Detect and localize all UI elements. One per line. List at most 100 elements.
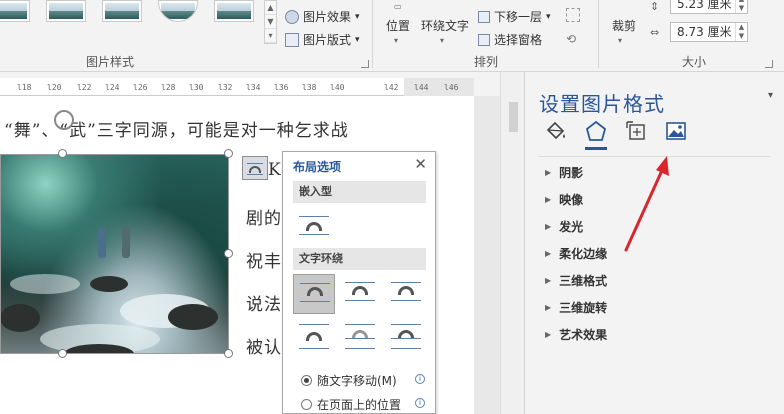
picture-style-thumb[interactable] — [102, 0, 142, 22]
document-line[interactable]: 剧的 — [246, 204, 282, 229]
fill-line-tab[interactable] — [543, 118, 569, 144]
picture-effects-label: 图片效果 — [303, 10, 352, 24]
shadow-section[interactable]: ▶ 阴影 — [545, 164, 583, 181]
spinner-arrows-icon[interactable]: ▲▼ — [735, 0, 747, 13]
pentagon-icon — [585, 120, 607, 141]
picture-layout-button[interactable]: 图片版式 ▾ — [285, 31, 360, 48]
layout-panel-title: 布局选项 — [293, 160, 342, 174]
position-button[interactable]: 位置 — [386, 17, 410, 34]
resize-handle[interactable] — [58, 349, 67, 358]
picture-figure — [122, 226, 130, 258]
gallery-more-icon[interactable]: ▾ — [265, 29, 276, 43]
scrollbar-thumb[interactable] — [509, 102, 518, 132]
reflection-section[interactable]: ▶ 映像 — [545, 191, 583, 208]
picture-style-thumb[interactable] — [0, 0, 30, 22]
fix-position-radio[interactable] — [301, 399, 312, 410]
pane-title: 设置图片格式 — [539, 92, 665, 116]
dropdown-arrow-icon: ▾ — [355, 34, 360, 45]
size-group-label: 大小 — [682, 55, 707, 69]
fix-position-label: 在页面上的位置 — [317, 398, 402, 412]
selection-pane-button[interactable]: 选择窗格 — [478, 31, 542, 48]
picture-effects-icon — [285, 9, 299, 24]
height-spinner[interactable]: 5.23 厘米 ▲▼ — [670, 0, 748, 14]
soft-edges-section[interactable]: ▶ 柔化边缘 — [545, 245, 607, 262]
crop-button[interactable]: 裁剪 — [612, 17, 636, 34]
wrap-square-option[interactable] — [293, 274, 335, 314]
position-icon: ▭ — [394, 2, 402, 11]
width-spinner[interactable]: 8.73 厘米 ▲ ▼ — [670, 22, 748, 42]
artistic-effects-section[interactable]: ▶ 艺术效果 — [545, 326, 607, 343]
expand-icon: ▶ — [545, 276, 552, 285]
spinner-arrows-icon[interactable]: ▲▼ — [735, 23, 747, 41]
text-wrapping-section-header: 文字环绕 — [293, 248, 426, 270]
picture-detail — [10, 274, 80, 294]
move-with-text-radio[interactable] — [301, 375, 312, 386]
dropdown-arrow-icon: ▾ — [546, 11, 551, 22]
expand-icon: ▶ — [545, 330, 552, 339]
close-icon[interactable]: ✕ — [414, 155, 427, 173]
info-icon[interactable]: i — [415, 398, 425, 408]
picture-style-thumb[interactable] — [158, 0, 198, 22]
document-line[interactable]: 说法 — [246, 290, 282, 315]
picture-styles-launcher-icon[interactable] — [361, 60, 369, 68]
resize-handle[interactable] — [224, 149, 233, 158]
picture-layout-label: 图片版式 — [303, 33, 352, 47]
arrange-group-label: 排列 — [474, 55, 499, 69]
glow-section[interactable]: ▶ 发光 — [545, 218, 583, 235]
layout-options-panel: 布局选项 ✕ 嵌入型 文字环绕 随文字移动(M) i 在页面上的位置 i — [282, 151, 436, 414]
wrap-behind-text-option[interactable] — [339, 318, 381, 358]
wrap-tight-option[interactable] — [339, 274, 381, 314]
align-icon[interactable] — [566, 8, 580, 22]
width-value: 8.73 厘米 — [677, 25, 732, 39]
3d-rotation-section[interactable]: ▶ 三维旋转 — [545, 299, 607, 316]
ruler-tick: l44 — [414, 83, 429, 92]
document-line[interactable]: 被认 — [246, 333, 282, 358]
document-line[interactable]: K — [268, 160, 282, 180]
picture-style-thumb[interactable] — [214, 0, 254, 22]
active-tab-indicator — [585, 147, 607, 150]
wrap-top-bottom-option[interactable] — [293, 318, 335, 358]
send-backward-label: 下移一层 — [494, 10, 543, 24]
height-value: 5.23 厘米 — [677, 0, 732, 11]
effects-tab[interactable] — [583, 118, 609, 144]
selected-picture[interactable] — [0, 154, 229, 354]
picture-effects-button[interactable]: 图片效果 ▾ — [285, 8, 360, 25]
ruler-tick: l32 — [218, 83, 233, 92]
pane-menu-icon[interactable]: ▾ — [768, 90, 773, 101]
picture-tab[interactable] — [663, 118, 689, 144]
resize-handle[interactable] — [58, 149, 67, 158]
annotation-arrow-icon — [624, 156, 669, 252]
horizontal-ruler[interactable]: l18 l20 l22 l24 l26 l28 l30 l32 l34 l36 … — [0, 78, 474, 96]
rotate-icon[interactable]: ⟲ — [566, 32, 576, 46]
3d-format-section[interactable]: ▶ 三维格式 — [545, 272, 607, 289]
wrap-in-front-option[interactable] — [385, 318, 427, 358]
wrap-through-option[interactable] — [385, 274, 427, 314]
picture-detail — [90, 276, 128, 292]
selection-pane-label: 选择窗格 — [494, 33, 543, 47]
picture-icon — [666, 122, 686, 140]
gallery-down-icon[interactable]: ▼ — [265, 15, 276, 29]
gallery-up-icon[interactable]: ▲ — [265, 1, 276, 15]
ruler-tick: l26 — [133, 83, 148, 92]
document-line[interactable]: 祝丰 — [246, 247, 282, 272]
gallery-scroll[interactable]: ▲ ▼ ▾ — [264, 0, 277, 44]
layout-options-button[interactable] — [242, 156, 268, 180]
info-icon[interactable]: i — [415, 374, 425, 384]
picture-style-thumb[interactable] — [46, 0, 86, 22]
position-label: 位置 — [386, 19, 411, 33]
size-launcher-icon[interactable] — [765, 60, 773, 68]
picture-figure — [98, 228, 106, 258]
send-backward-button[interactable]: 下移一层 ▾ — [478, 8, 551, 25]
document-vertical-scrollbar[interactable] — [500, 72, 524, 414]
resize-handle[interactable] — [224, 249, 233, 258]
wrap-text-button[interactable]: 环绕文字 — [421, 17, 469, 34]
expand-icon: ▶ — [545, 222, 552, 231]
ruler-tick: l22 — [77, 83, 92, 92]
layout-properties-tab[interactable] — [623, 118, 649, 144]
resize-handle[interactable] — [224, 349, 233, 358]
move-with-text-label: 随文字移动(M) — [317, 374, 397, 388]
ruler-tick: l46 — [444, 83, 459, 92]
wrap-inline-option[interactable] — [293, 208, 335, 248]
ruler-tick: l40 — [330, 83, 345, 92]
rotate-handle-icon[interactable] — [54, 110, 74, 130]
